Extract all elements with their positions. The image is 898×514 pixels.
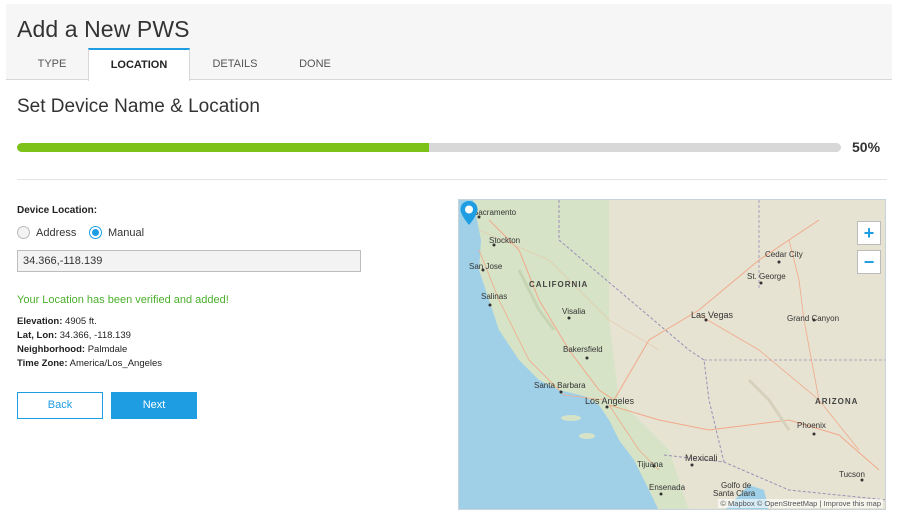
neighborhood-row: Neighborhood: Palmdale bbox=[17, 343, 162, 357]
tab-location[interactable]: LOCATION bbox=[88, 48, 190, 81]
tab-done[interactable]: DONE bbox=[280, 48, 350, 81]
map-label-santa-barbara: Santa Barbara bbox=[534, 381, 586, 390]
zoom-in-button[interactable]: + bbox=[857, 221, 881, 245]
progress-label: 50% bbox=[852, 139, 881, 155]
verified-message: Your Location has been verified and adde… bbox=[17, 294, 229, 306]
add-pws-card: Add a New PWS TYPE LOCATION DETAILS DONE… bbox=[6, 0, 892, 514]
latlon-row: Lat, Lon: 34.366, -118.139 bbox=[17, 329, 162, 343]
timezone-value: America/Los_Angeles bbox=[69, 358, 163, 369]
map-label-grand-canyon: Grand Canyon bbox=[787, 314, 840, 323]
elevation-row: Elevation: 4905 ft. bbox=[17, 315, 162, 329]
location-map[interactable]: Sacramento Stockton San Jose CALIFORNIA … bbox=[458, 199, 886, 510]
progress-bar bbox=[17, 143, 841, 152]
map-label-tucson: Tucson bbox=[839, 470, 865, 479]
neighborhood-value: Palmdale bbox=[87, 344, 128, 355]
page-title: Add a New PWS bbox=[17, 16, 190, 42]
progress-fill bbox=[17, 143, 429, 152]
tab-type[interactable]: TYPE bbox=[16, 48, 88, 81]
map-label-phoenix: Phoenix bbox=[797, 421, 826, 430]
map-label-visalia: Visalia bbox=[562, 307, 586, 316]
map-label-mexicali: Mexicali bbox=[685, 453, 718, 463]
map-label-st-george: St. George bbox=[747, 272, 786, 281]
map-label-cedar-city: Cedar City bbox=[765, 250, 803, 259]
timezone-row: Time Zone: America/Los_Angeles bbox=[17, 357, 162, 371]
page-header: Add a New PWS TYPE LOCATION DETAILS DONE bbox=[6, 4, 892, 81]
tab-details[interactable]: DETAILS bbox=[190, 48, 280, 81]
next-button[interactable]: Next bbox=[111, 392, 197, 419]
map-label-santa-clara: Santa Clara bbox=[713, 489, 756, 498]
location-info: Elevation: 4905 ft. Lat, Lon: 34.366, -1… bbox=[17, 315, 162, 371]
map-attribution[interactable]: © Mapbox © OpenStreetMap | Improve this … bbox=[718, 499, 883, 508]
radio-address[interactable]: Address bbox=[17, 226, 76, 239]
radio-manual-label: Manual bbox=[108, 226, 145, 239]
map-label-bakersfield: Bakersfield bbox=[563, 345, 603, 354]
radio-address-label: Address bbox=[36, 226, 77, 239]
timezone-label: Time Zone: bbox=[17, 358, 68, 369]
map-label-arizona: ARIZONA bbox=[815, 397, 859, 406]
map-label-tijuana: Tijuana bbox=[637, 460, 663, 469]
map-label-las-vegas: Las Vegas bbox=[691, 310, 734, 320]
neighborhood-label: Neighborhood: bbox=[17, 344, 86, 355]
map-pin-icon[interactable] bbox=[459, 200, 479, 226]
radio-address-circle[interactable] bbox=[17, 226, 30, 239]
wizard-tabs: TYPE LOCATION DETAILS DONE bbox=[6, 48, 892, 81]
zoom-out-button[interactable]: − bbox=[857, 250, 881, 274]
elevation-label: Elevation: bbox=[17, 316, 63, 327]
divider bbox=[17, 179, 887, 180]
map-label-california: CALIFORNIA bbox=[529, 280, 589, 289]
map-label-stockton: Stockton bbox=[489, 236, 521, 245]
latlon-value: 34.366, -118.139 bbox=[59, 330, 131, 341]
latlon-label: Lat, Lon: bbox=[17, 330, 58, 341]
radio-manual-circle[interactable] bbox=[89, 226, 102, 239]
map-label-san-jose: San Jose bbox=[469, 262, 503, 271]
device-location-label: Device Location: bbox=[17, 205, 98, 216]
map-label-salinas: Salinas bbox=[481, 292, 508, 301]
coordinates-input[interactable] bbox=[17, 250, 361, 272]
map-label-sacramento: Sacramento bbox=[473, 208, 517, 217]
map-background bbox=[459, 200, 885, 509]
map-label-ensenada: Ensenada bbox=[649, 483, 686, 492]
radio-manual[interactable]: Manual bbox=[89, 226, 144, 239]
map-label-los-angeles: Los Angeles bbox=[585, 396, 635, 406]
back-button[interactable]: Back bbox=[17, 392, 103, 419]
elevation-value: 4905 ft. bbox=[65, 316, 97, 327]
section-title: Set Device Name & Location bbox=[17, 96, 260, 117]
